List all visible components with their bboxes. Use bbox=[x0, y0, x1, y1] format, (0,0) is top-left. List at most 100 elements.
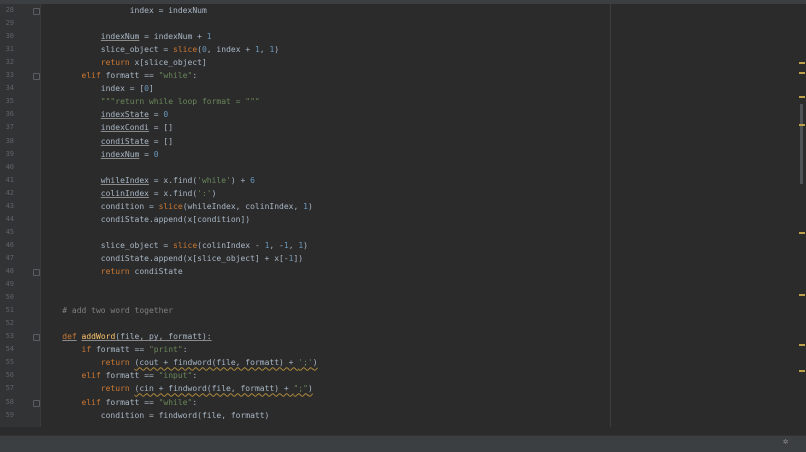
line-number: 50 bbox=[5, 293, 14, 302]
warning-marker[interactable] bbox=[799, 62, 805, 64]
right-margin-guide bbox=[610, 4, 611, 427]
line-number: 38 bbox=[5, 136, 14, 145]
code-line[interactable]: elif formatt == "while": bbox=[43, 396, 198, 409]
line-number: 53 bbox=[5, 332, 14, 341]
code-token: indexNum bbox=[100, 32, 140, 42]
code-token: """return while loop format = """ bbox=[100, 97, 260, 107]
code-token: 1 bbox=[206, 32, 212, 42]
code-token: return bbox=[100, 384, 130, 394]
code-token: x[slice_object] bbox=[129, 58, 207, 68]
warning-marker[interactable] bbox=[799, 370, 805, 372]
code-line[interactable]: if formatt == "print": bbox=[43, 343, 188, 356]
code-token: elif bbox=[81, 71, 101, 81]
warning-marker[interactable] bbox=[799, 124, 805, 126]
code-line[interactable]: return (cout + findword(file, formatt) +… bbox=[43, 356, 318, 369]
code-line[interactable]: whileIndex = x.find('while') + 6 bbox=[43, 174, 255, 187]
code-token: condiState.append(x[slice_object] + x[- bbox=[100, 253, 289, 263]
scroll-thumb[interactable] bbox=[800, 104, 803, 184]
code-token: indexCondi bbox=[100, 123, 149, 133]
warning-marker[interactable] bbox=[799, 232, 805, 234]
code-line[interactable]: return (cin + findword(file, formatt) + … bbox=[43, 382, 313, 395]
fold-marker-icon[interactable] bbox=[33, 269, 40, 276]
line-number: 28 bbox=[5, 6, 14, 14]
code-token: slice bbox=[173, 45, 198, 55]
line-number: 55 bbox=[5, 358, 14, 367]
code-line[interactable]: condition = slice(whileIndex, colinIndex… bbox=[43, 200, 313, 213]
code-line[interactable]: indexState = 0 bbox=[43, 108, 168, 121]
code-token: = [] bbox=[148, 136, 174, 146]
code-token: addWord bbox=[81, 332, 116, 342]
warning-marker[interactable] bbox=[799, 344, 805, 346]
code-token: : bbox=[192, 371, 198, 381]
fold-marker-icon[interactable] bbox=[33, 8, 40, 15]
code-line[interactable]: """return while loop format = """ bbox=[43, 95, 260, 108]
fold-marker-icon[interactable] bbox=[33, 73, 40, 81]
line-number: 48 bbox=[5, 267, 14, 275]
warning-marker[interactable] bbox=[799, 294, 805, 296]
code-token: whileIndex bbox=[100, 175, 149, 185]
line-number: 31 bbox=[5, 45, 14, 54]
code-line[interactable]: condition = findword(file, formatt) bbox=[43, 409, 270, 422]
line-number: 43 bbox=[5, 201, 14, 210]
warning-marker[interactable] bbox=[799, 72, 805, 74]
code-line[interactable]: elif formatt == "input": bbox=[43, 369, 198, 382]
code-line[interactable]: indexNum = 0 bbox=[43, 148, 159, 161]
code-line[interactable]: def addWord(file, py, formatt): bbox=[43, 330, 211, 343]
code-line[interactable]: indexCondi = [] bbox=[43, 121, 173, 134]
code-token: indexNum bbox=[100, 149, 140, 159]
line-number: 52 bbox=[5, 319, 14, 328]
line-number: 32 bbox=[5, 58, 14, 67]
line-number: 34 bbox=[5, 84, 14, 93]
code-line[interactable]: condiState.append(x[condition]) bbox=[43, 213, 250, 226]
line-number: 40 bbox=[5, 162, 14, 171]
editor-scrollbar[interactable] bbox=[797, 4, 806, 427]
code-line[interactable]: index = indexNum bbox=[43, 4, 207, 17]
warning-marker[interactable] bbox=[799, 96, 805, 98]
code-editor[interactable]: 28 29 30 31 32 33 34 35 36 37 38 39 40 41 42 43 44 45 46 47… bbox=[0, 0, 806, 427]
code-token: condiState bbox=[100, 136, 149, 146]
code-line[interactable]: indexNum = indexNum + 1 bbox=[43, 30, 212, 43]
code-line[interactable]: return condiState bbox=[43, 265, 183, 278]
code-line[interactable]: condiState.append(x[slice_object] + x[-1… bbox=[43, 252, 303, 265]
code-line[interactable]: elif formatt == "while": bbox=[43, 69, 198, 82]
code-token: ':' bbox=[197, 188, 212, 198]
code-line[interactable]: index = [0] bbox=[43, 82, 154, 95]
line-number: 49 bbox=[5, 280, 14, 289]
code-token: formatt == bbox=[100, 71, 159, 81]
code-token: , - bbox=[269, 240, 284, 250]
line-number-gutter: 28 29 30 31 32 33 34 35 36 37 38 39 40 41 42 43 44 45 46 47… bbox=[0, 4, 41, 427]
line-number: 44 bbox=[5, 214, 14, 223]
code-token: ) bbox=[307, 384, 313, 394]
code-line[interactable]: return x[slice_object] bbox=[43, 56, 207, 69]
code-token: ) bbox=[274, 45, 280, 55]
code-token: ) bbox=[307, 201, 313, 211]
code-line[interactable]: slice_object = slice(colinIndex - 1, -1,… bbox=[43, 239, 308, 252]
code-token: (cout + findword(file, formatt) + bbox=[134, 358, 299, 368]
code-token: ) bbox=[211, 188, 217, 198]
code-line[interactable]: # add two word together bbox=[43, 304, 173, 317]
code-line[interactable]: condiState = [] bbox=[43, 135, 173, 148]
fold-marker-icon[interactable] bbox=[33, 334, 40, 342]
settings-icon[interactable]: ✲ bbox=[783, 438, 792, 447]
fold-marker-icon[interactable] bbox=[33, 399, 40, 407]
code-token: indexState bbox=[100, 110, 149, 120]
code-token: "while" bbox=[158, 397, 193, 407]
code-token: slice_object = bbox=[100, 240, 174, 250]
code-token: elif bbox=[81, 397, 101, 407]
code-token: return bbox=[100, 358, 130, 368]
code-line[interactable]: slice_object = slice(0, index + 1, 1) bbox=[43, 43, 279, 56]
line-number: 33 bbox=[5, 71, 14, 80]
code-line[interactable]: colinIndex = x.find(':') bbox=[43, 187, 217, 200]
line-number: 37 bbox=[5, 123, 14, 132]
code-token: ';' bbox=[298, 358, 313, 368]
code-token: condiState bbox=[129, 267, 183, 276]
code-token: , bbox=[259, 45, 270, 55]
